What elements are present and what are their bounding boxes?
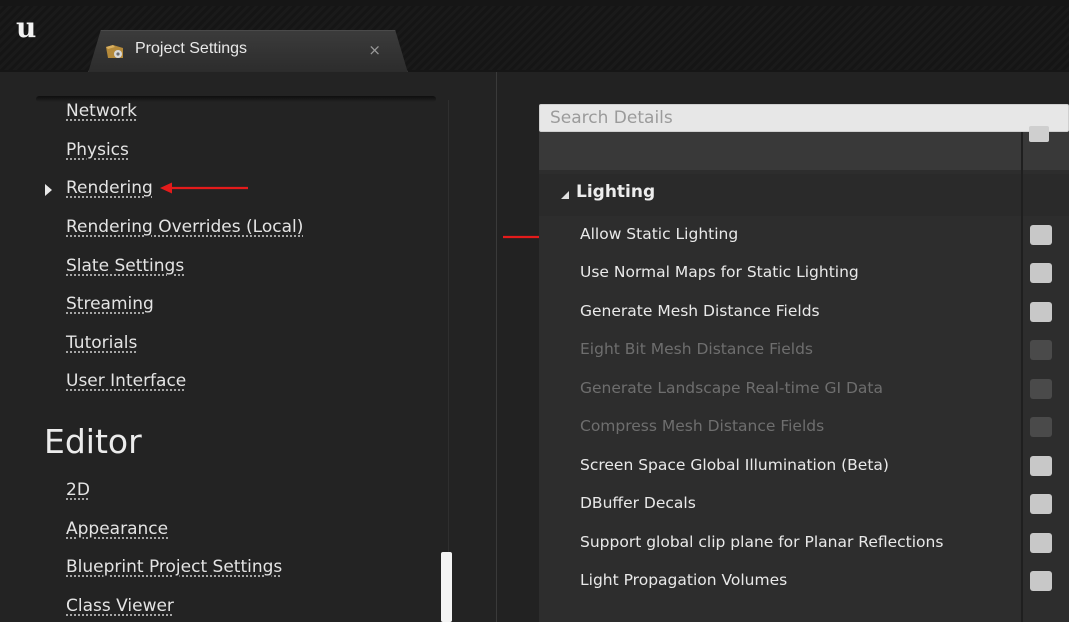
property-checkbox[interactable] (1030, 225, 1052, 245)
property-checkbox[interactable] (1030, 533, 1052, 553)
settings-sidebar: Network Physics Rendering Rendering Over… (0, 72, 497, 622)
property-row-compress-mesh-distance-fields: Compress Mesh Distance Fields (539, 408, 1069, 446)
category-label-lighting: Lighting (576, 182, 656, 202)
details-panel: Search Details Lighting Allow Static Lig… (497, 72, 1069, 622)
annotation-arrow-rendering (160, 182, 248, 194)
sidebar-item-class-viewer[interactable]: Class Viewer (66, 596, 174, 616)
sidebar-item-appearance[interactable]: Appearance (66, 519, 168, 539)
sidebar-item-tutorials[interactable]: Tutorials (66, 333, 137, 353)
sidebar-item-rendering-overrides[interactable]: Rendering Overrides (Local) (66, 217, 303, 237)
property-checkbox[interactable] (1030, 302, 1052, 322)
details-list: Lighting Allow Static Lighting Use Norma… (539, 126, 1069, 622)
sidebar-item-slate-settings[interactable]: Slate Settings (66, 256, 184, 276)
property-label: Eight Bit Mesh Distance Fields (580, 340, 813, 358)
property-checkbox (1030, 417, 1052, 437)
property-checkbox[interactable] (1030, 494, 1052, 514)
close-icon[interactable]: × (368, 41, 381, 59)
sidebar-item-streaming[interactable]: Streaming (66, 294, 154, 314)
previous-property-row (539, 132, 1069, 170)
sidebar-inner-divider (448, 100, 449, 622)
property-row-eight-bit-mesh-distance-fields: Eight Bit Mesh Distance Fields (539, 331, 1069, 369)
collapse-triangle-icon[interactable] (561, 191, 569, 199)
property-row-use-normal-maps: Use Normal Maps for Static Lighting (539, 254, 1069, 292)
property-checkbox[interactable] (1030, 456, 1052, 476)
property-label: DBuffer Decals (580, 494, 696, 512)
search-input[interactable]: Search Details (539, 104, 1069, 132)
property-checkbox[interactable] (1030, 571, 1052, 591)
property-row-landscape-gi-data: Generate Landscape Real-time GI Data (539, 370, 1069, 408)
property-row-global-clip-plane: Support global clip plane for Planar Ref… (539, 524, 1069, 562)
property-row-allow-static-lighting: Allow Static Lighting (539, 216, 1069, 254)
property-checkbox[interactable] (1030, 263, 1052, 283)
tab-title: Project Settings (135, 40, 248, 57)
property-checkbox (1030, 340, 1052, 360)
property-label: Compress Mesh Distance Fields (580, 417, 825, 435)
property-label: Generate Landscape Real-time GI Data (580, 379, 883, 397)
property-label: Allow Static Lighting (580, 225, 739, 243)
project-settings-icon (106, 45, 123, 58)
title-bar: u Project Settings × (0, 0, 1069, 73)
sidebar-item-blueprint-project-settings[interactable]: Blueprint Project Settings (66, 557, 282, 577)
property-row-light-propagation-volumes: Light Propagation Volumes (539, 562, 1069, 600)
previous-property-checkbox[interactable] (1029, 126, 1049, 142)
property-label: Support global clip plane for Planar Ref… (580, 533, 944, 551)
property-row-ssgi: Screen Space Global Illumination (Beta) (539, 447, 1069, 485)
sidebar-item-rendering[interactable]: Rendering (66, 178, 153, 198)
selected-arrow-icon (45, 184, 52, 196)
property-row-generate-mesh-distance-fields: Generate Mesh Distance Fields (539, 293, 1069, 331)
search-placeholder: Search Details (550, 108, 673, 128)
unreal-logo-icon[interactable]: u (16, 14, 36, 42)
sidebar-item-physics[interactable]: Physics (66, 140, 129, 160)
property-label: Use Normal Maps for Static Lighting (580, 263, 859, 281)
property-checkbox (1030, 379, 1052, 399)
sidebar-scrollbar[interactable] (441, 552, 452, 622)
property-row-dbuffer-decals: DBuffer Decals (539, 485, 1069, 523)
section-title-editor: Editor (44, 422, 142, 461)
tab-project-settings[interactable]: Project Settings × (88, 30, 408, 73)
property-label: Generate Mesh Distance Fields (580, 302, 820, 320)
property-label: Screen Space Global Illumination (Beta) (580, 456, 889, 474)
sidebar-item-2d[interactable]: 2D (66, 480, 90, 500)
sidebar-item-user-interface[interactable]: User Interface (66, 371, 186, 391)
property-label: Light Propagation Volumes (580, 571, 788, 589)
sidebar-item-network[interactable]: Network (66, 101, 137, 121)
